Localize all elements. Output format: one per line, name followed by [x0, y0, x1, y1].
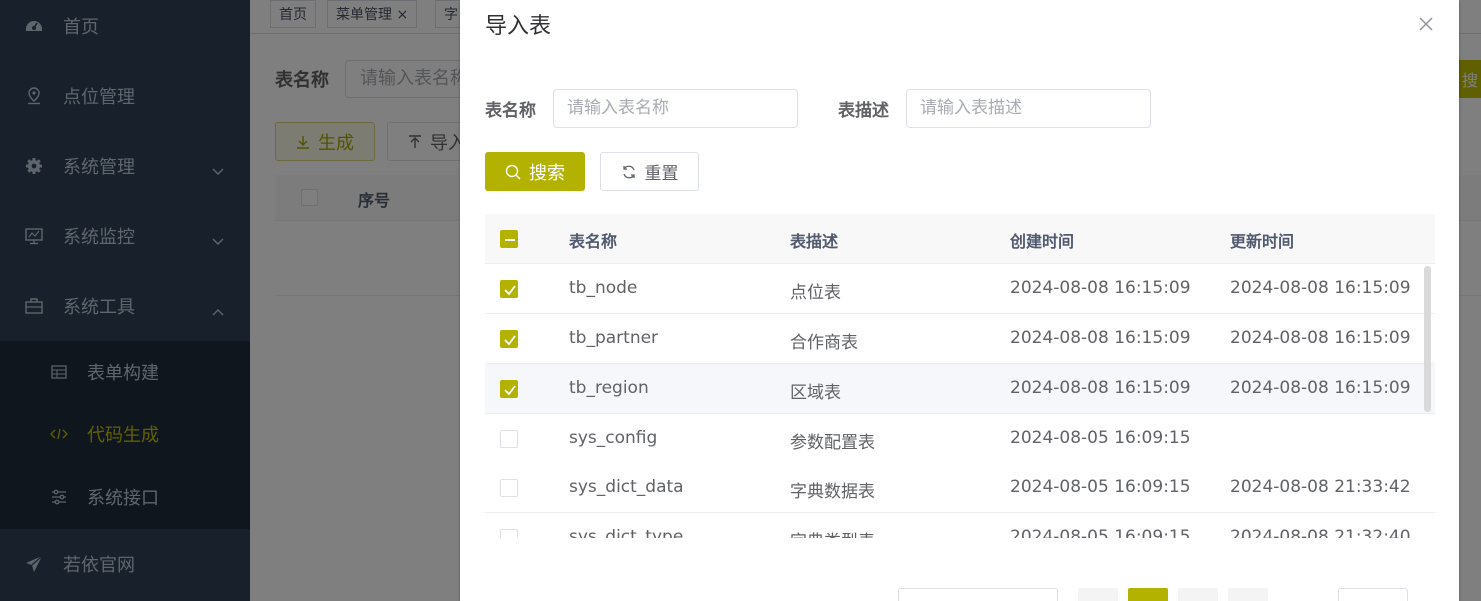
cell-desc: 合作商表 — [790, 333, 858, 353]
column-header-desc: 表描述 — [790, 232, 839, 251]
cell-desc: 点位表 — [790, 283, 841, 303]
cell-name: sys_config — [569, 428, 658, 448]
cell-created: 2024-08-08 16:15:09 — [1010, 328, 1191, 348]
page-button[interactable] — [1178, 588, 1218, 601]
cell-created: 2024-08-05 16:09:15 — [1010, 477, 1191, 497]
table-row[interactable]: sys_config 参数配置表 2024-08-05 16:09:15 — [485, 414, 1435, 464]
cell-updated: 2024-08-08 21:32:40 — [1230, 527, 1411, 538]
table-name-input[interactable]: 请输入表名称 — [553, 89, 798, 128]
row-checkbox[interactable] — [500, 430, 518, 448]
column-header-created: 创建时间 — [1010, 232, 1075, 251]
cell-updated: 2024-08-08 16:15:09 — [1230, 328, 1411, 348]
select-all-checkbox[interactable] — [500, 230, 518, 248]
cell-updated: 2024-08-08 21:33:42 — [1230, 477, 1411, 497]
import-table-dialog: 导入表 表名称 请输入表名称 表描述 请输入表描述 搜索 重置 表名称 表描述 … — [460, 0, 1459, 601]
table-row[interactable]: tb_node 点位表 2024-08-08 16:15:09 2024-08-… — [485, 264, 1435, 314]
table-row[interactable]: sys_dict_type 字典类型表 2024-08-05 16:09:15 … — [485, 513, 1435, 538]
cell-created: 2024-08-05 16:09:15 — [1010, 527, 1191, 538]
table-row[interactable]: sys_dict_data 字典数据表 2024-08-05 16:09:15 … — [485, 463, 1435, 513]
page-jump-input[interactable] — [1338, 588, 1408, 601]
cell-created: 2024-08-08 16:15:09 — [1010, 278, 1191, 298]
search-icon — [505, 164, 521, 180]
row-checkbox[interactable] — [500, 330, 518, 348]
table-row[interactable]: tb_partner 合作商表 2024-08-08 16:15:09 2024… — [485, 314, 1435, 364]
cell-name: tb_partner — [569, 328, 659, 348]
search-button[interactable]: 搜索 — [485, 152, 585, 191]
table-desc-label: 表描述 — [838, 101, 889, 121]
cell-name: sys_dict_type — [569, 527, 684, 538]
row-checkbox[interactable] — [500, 529, 518, 538]
cell-desc: 区域表 — [790, 383, 841, 403]
cell-created: 2024-08-08 16:15:09 — [1010, 378, 1191, 398]
cell-updated: 2024-08-08 16:15:09 — [1230, 378, 1411, 398]
dialog-title: 导入表 — [485, 14, 552, 39]
cell-name: sys_dict_data — [569, 477, 684, 497]
row-checkbox[interactable] — [500, 479, 518, 497]
table-desc-input[interactable]: 请输入表描述 — [906, 89, 1151, 128]
reset-button[interactable]: 重置 — [600, 152, 699, 191]
column-header-name: 表名称 — [569, 232, 618, 251]
table-name-label: 表名称 — [485, 101, 536, 121]
close-icon[interactable] — [1416, 14, 1436, 34]
tables-table: 表名称 表描述 创建时间 更新时间 tb_node 点位表 2024-08-08… — [485, 214, 1435, 538]
cell-desc: 参数配置表 — [790, 433, 875, 453]
table-header: 表名称 表描述 创建时间 更新时间 — [485, 214, 1435, 264]
page-button-active[interactable] — [1128, 588, 1168, 601]
cell-updated: 2024-08-08 16:15:09 — [1230, 278, 1411, 298]
table-scrollbar[interactable] — [1424, 266, 1431, 412]
row-checkbox[interactable] — [500, 380, 518, 398]
cell-desc: 字典类型表 — [790, 527, 875, 538]
table-row[interactable]: tb_region 区域表 2024-08-08 16:15:09 2024-0… — [485, 364, 1435, 414]
column-header-updated: 更新时间 — [1230, 232, 1295, 251]
cell-desc: 字典数据表 — [790, 482, 875, 502]
page-size-select[interactable] — [898, 588, 1058, 601]
cell-created: 2024-08-05 16:09:15 — [1010, 428, 1191, 448]
next-page-button[interactable] — [1228, 588, 1268, 601]
row-checkbox[interactable] — [500, 280, 518, 298]
reset-button-label: 重置 — [644, 164, 679, 184]
refresh-icon — [621, 164, 637, 180]
cell-name: tb_node — [569, 278, 638, 298]
cell-name: tb_region — [569, 378, 649, 398]
search-button-label: 搜索 — [529, 162, 565, 184]
prev-page-button[interactable] — [1078, 588, 1118, 601]
pagination — [460, 588, 1459, 601]
